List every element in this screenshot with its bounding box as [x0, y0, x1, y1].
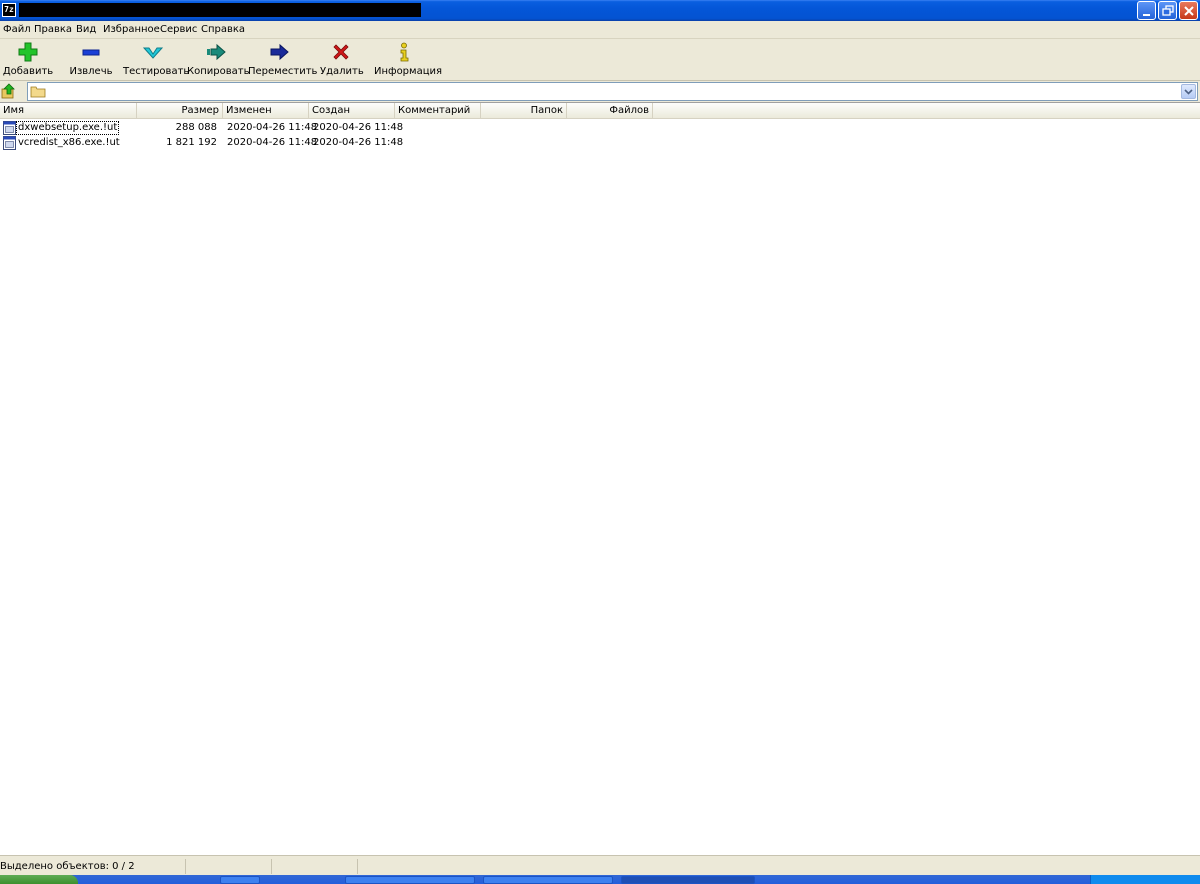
add-button-label: Добавить — [2, 66, 54, 77]
table-row[interactable]: vcredist_x86.exe.!ut 1 821 192 2020-04-2… — [0, 136, 1200, 151]
system-tray — [1090, 875, 1200, 884]
column-name[interactable]: Имя — [0, 103, 137, 118]
toolbar: Добавить Извлечь Тестировать Копировать … — [0, 39, 1200, 81]
file-name: vcredist_x86.exe.!ut — [18, 137, 120, 148]
file-size: 1 821 192 — [166, 137, 217, 148]
add-button[interactable]: Добавить — [2, 41, 54, 79]
plus-icon — [18, 42, 38, 62]
minimize-icon — [1143, 14, 1150, 16]
file-icon — [3, 121, 16, 135]
menu-view[interactable]: Вид — [76, 24, 96, 35]
file-created: 2020-04-26 11:48 — [313, 122, 404, 133]
menu-file[interactable]: Файл — [3, 24, 31, 35]
column-files[interactable]: Файлов — [567, 103, 653, 118]
title-bar: 7z — [0, 0, 1200, 21]
app-7zip-icon[interactable]: 7z — [2, 3, 16, 17]
file-icon — [3, 136, 16, 150]
status-bar: Выделено объектов: 0 / 2 — [0, 855, 1200, 875]
column-size[interactable]: Размер — [137, 103, 223, 118]
info-icon — [400, 42, 409, 62]
column-comment[interactable]: Комментарий — [395, 103, 481, 118]
file-size: 288 088 — [175, 122, 217, 133]
test-button-label: Тестировать — [123, 66, 190, 77]
folder-up-icon[interactable] — [1, 83, 17, 99]
copy-button[interactable]: Копировать — [187, 41, 250, 79]
close-icon — [1184, 6, 1194, 16]
move-button[interactable]: Переместить — [248, 41, 318, 79]
minus-icon — [82, 49, 100, 56]
table-row[interactable]: dxwebsetup.exe.!ut 288 088 2020-04-26 11… — [0, 121, 1200, 136]
status-divider — [185, 859, 186, 874]
menu-bar: Файл Правка Вид Избранное Сервис Справка — [0, 21, 1200, 39]
restore-button[interactable] — [1158, 1, 1177, 20]
file-name: dxwebsetup.exe.!ut — [16, 121, 120, 135]
menu-tools[interactable]: Сервис — [160, 24, 197, 35]
file-modified: 2020-04-26 11:48 — [227, 122, 318, 133]
extract-button-label: Извлечь — [69, 66, 113, 77]
file-list[interactable]: Имя Размер Изменен Создан Комментарий Па… — [0, 102, 1200, 855]
checkmark-icon — [143, 47, 163, 59]
restore-icon — [1162, 5, 1174, 16]
extract-button[interactable]: Извлечь — [66, 41, 116, 79]
column-header-row: Имя Размер Изменен Создан Комментарий Па… — [0, 103, 1200, 119]
window-title-redacted — [19, 3, 421, 17]
taskbar-button[interactable] — [345, 876, 475, 884]
taskbar-button-active[interactable] — [621, 876, 755, 884]
taskbar — [0, 875, 1200, 884]
file-modified: 2020-04-26 11:48 — [227, 137, 318, 148]
close-button[interactable] — [1179, 1, 1198, 20]
address-bar — [0, 81, 1200, 102]
taskbar-button[interactable] — [220, 876, 260, 884]
selection-status: Выделено объектов: 0 / 2 — [0, 861, 135, 872]
chevron-down-icon — [1184, 89, 1193, 95]
move-arrow-icon — [270, 43, 289, 61]
minimize-button[interactable] — [1137, 1, 1156, 20]
status-divider — [271, 859, 272, 874]
column-folders[interactable]: Папок — [481, 103, 567, 118]
test-button[interactable]: Тестировать — [123, 41, 190, 79]
taskbar-button[interactable] — [483, 876, 613, 884]
delete-button-label: Удалить — [320, 66, 364, 77]
path-combobox[interactable] — [27, 82, 1198, 101]
copy-arrow-icon — [207, 43, 226, 61]
folder-icon — [30, 86, 46, 98]
delete-x-icon — [333, 44, 349, 60]
copy-button-label: Копировать — [187, 66, 250, 77]
menu-help[interactable]: Справка — [201, 24, 245, 35]
start-button[interactable] — [0, 875, 78, 884]
info-button-label: Информация — [374, 66, 443, 77]
move-button-label: Переместить — [248, 66, 318, 77]
column-modified[interactable]: Изменен — [223, 103, 309, 118]
status-divider — [357, 859, 358, 874]
menu-favorites[interactable]: Избранное — [103, 24, 160, 35]
path-dropdown-button[interactable] — [1181, 84, 1196, 99]
delete-button[interactable]: Удалить — [320, 41, 364, 79]
info-button[interactable]: Информация — [374, 41, 443, 79]
column-created[interactable]: Создан — [309, 103, 395, 118]
menu-edit[interactable]: Правка — [34, 24, 72, 35]
file-created: 2020-04-26 11:48 — [313, 137, 404, 148]
